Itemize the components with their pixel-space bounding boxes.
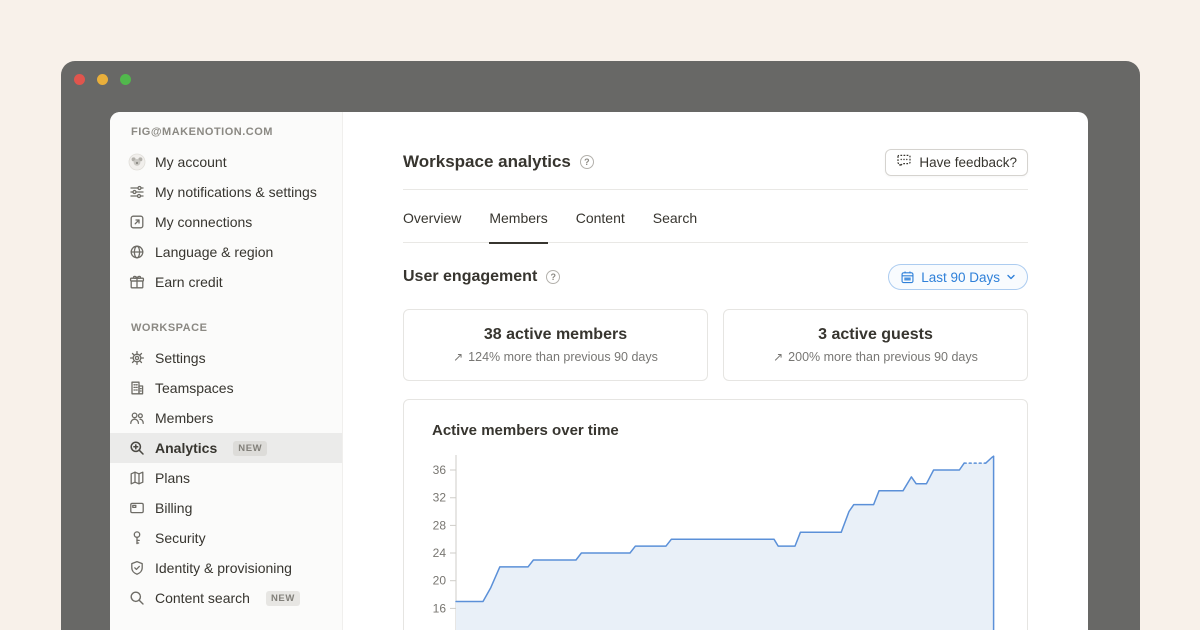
- sidebar-item-plans[interactable]: Plans: [110, 463, 342, 493]
- analytics-main: Workspace analytics ? Have feedback? Ove…: [343, 112, 1088, 630]
- workspace-menu: Settings Teamspaces Members Analytics NEW Pla…: [110, 343, 342, 613]
- svg-text:32: 32: [433, 491, 447, 505]
- account-email-label: FIG@MAKENOTION.COM: [110, 125, 342, 139]
- minimize-window-button[interactable]: [97, 74, 108, 85]
- stat-card: 3 active guests ↗ 200% more than previous …: [723, 309, 1028, 381]
- stat-delta: ↗ 124% more than previous 90 days: [453, 350, 658, 364]
- search-icon: [128, 589, 146, 607]
- sidebar-item-label: Identity & provisioning: [155, 559, 292, 577]
- arrow-box-icon: [128, 213, 146, 231]
- sidebar-item-label: Language & region: [155, 243, 273, 261]
- page-header: Workspace analytics ? Have feedback?: [403, 148, 1028, 176]
- sidebar-item-label: Analytics: [155, 439, 217, 457]
- key-icon: [128, 529, 146, 547]
- stat-delta: ↗ 200% more than previous 90 days: [773, 350, 978, 364]
- stat-value: 3 active guests: [818, 326, 933, 344]
- calendar-icon: [900, 270, 915, 285]
- avatar-icon: [128, 153, 146, 171]
- page-title: Workspace analytics: [403, 152, 571, 172]
- screenshot-canvas: FIG@MAKENOTION.COM My account My notifica…: [0, 0, 1200, 630]
- chart-plot-wrap: 16 20 24 28 32 36: [420, 453, 1027, 630]
- sidebar-item-label: Billing: [155, 499, 192, 517]
- gift-icon: [128, 273, 146, 291]
- members-chart-card: Active members over time 16 20 24 28 32 36: [403, 399, 1028, 630]
- new-badge: NEW: [266, 591, 300, 606]
- sidebar-item-my-notifications-settings[interactable]: My notifications & settings: [110, 177, 342, 207]
- stat-delta-text: 200% more than previous 90 days: [788, 350, 978, 364]
- engagement-title: User engagement: [403, 268, 537, 286]
- have-feedback-button[interactable]: Have feedback?: [885, 149, 1028, 176]
- tab-members[interactable]: Members: [489, 208, 547, 229]
- stat-card: 38 active members ↗ 124% more than previou…: [403, 309, 708, 381]
- chart-title: Active members over time: [404, 400, 1027, 439]
- sidebar-item-label: Plans: [155, 469, 190, 487]
- building-icon: [128, 379, 146, 397]
- sidebar-item-label: Content search: [155, 589, 250, 607]
- credit-card-icon: [128, 499, 146, 517]
- sidebar-item-label: Security: [155, 529, 206, 547]
- sliders-icon: [128, 183, 146, 201]
- date-range-button[interactable]: Last 90 Days: [888, 264, 1028, 290]
- members-over-time-plot: 16 20 24 28 32 36: [420, 453, 1020, 630]
- sidebar-item-identity-provisioning[interactable]: Identity & provisioning: [110, 553, 342, 583]
- feedback-bubble-icon: [896, 153, 912, 172]
- settings-sidebar: FIG@MAKENOTION.COM My account My notifica…: [110, 112, 343, 630]
- map-icon: [128, 469, 146, 487]
- window-controls: [74, 74, 131, 85]
- analytics-tabs: Overview Members Content Search: [403, 190, 1028, 243]
- sidebar-item-content-search[interactable]: Content search NEW: [110, 583, 342, 613]
- workspace-section-label: WORKSPACE: [110, 321, 342, 335]
- new-badge: NEW: [233, 441, 267, 456]
- date-range-label: Last 90 Days: [921, 270, 1000, 285]
- sidebar-item-label: Members: [155, 409, 213, 427]
- have-feedback-label: Have feedback?: [919, 155, 1017, 170]
- sidebar-item-label: Settings: [155, 349, 206, 367]
- zoom-in-icon: [128, 439, 146, 457]
- account-menu: My account My notifications & settings My …: [110, 147, 342, 297]
- help-icon[interactable]: ?: [580, 155, 594, 169]
- stat-delta-text: 124% more than previous 90 days: [468, 350, 658, 364]
- tab-search[interactable]: Search: [653, 208, 697, 229]
- app-window: FIG@MAKENOTION.COM My account My notifica…: [61, 61, 1140, 630]
- tab-overview[interactable]: Overview: [403, 208, 461, 229]
- chevron-down-icon: [1006, 272, 1016, 282]
- stat-cards: 38 active members ↗ 124% more than previou…: [403, 309, 1028, 381]
- sidebar-item-teamspaces[interactable]: Teamspaces: [110, 373, 342, 403]
- sidebar-item-label: My connections: [155, 213, 252, 231]
- trend-up-icon: ↗: [773, 350, 783, 364]
- sidebar-item-label: My notifications & settings: [155, 183, 317, 201]
- shield-check-icon: [128, 559, 146, 577]
- maximize-window-button[interactable]: [120, 74, 131, 85]
- sidebar-item-my-account[interactable]: My account: [110, 147, 342, 177]
- svg-text:20: 20: [433, 574, 447, 588]
- sidebar-item-label: My account: [155, 153, 227, 171]
- sidebar-item-my-connections[interactable]: My connections: [110, 207, 342, 237]
- settings-panel: FIG@MAKENOTION.COM My account My notifica…: [110, 112, 1088, 630]
- trend-up-icon: ↗: [453, 350, 463, 364]
- tab-content[interactable]: Content: [576, 208, 625, 229]
- sidebar-item-settings[interactable]: Settings: [110, 343, 342, 373]
- sidebar-item-billing[interactable]: Billing: [110, 493, 342, 523]
- engagement-header: User engagement ? Last 90 Days: [403, 264, 1028, 290]
- sidebar-item-earn-credit[interactable]: Earn credit: [110, 267, 342, 297]
- sidebar-item-security[interactable]: Security: [110, 523, 342, 553]
- sidebar-item-language-region[interactable]: Language & region: [110, 237, 342, 267]
- svg-text:16: 16: [433, 601, 447, 615]
- stat-value: 38 active members: [484, 326, 627, 344]
- sidebar-item-members[interactable]: Members: [110, 403, 342, 433]
- svg-text:28: 28: [433, 518, 447, 532]
- people-icon: [128, 409, 146, 427]
- globe-icon: [128, 243, 146, 261]
- sidebar-item-analytics[interactable]: Analytics NEW: [110, 433, 342, 463]
- gear-icon: [128, 349, 146, 367]
- svg-text:36: 36: [433, 463, 447, 477]
- close-window-button[interactable]: [74, 74, 85, 85]
- sidebar-item-label: Teamspaces: [155, 379, 234, 397]
- sidebar-item-label: Earn credit: [155, 273, 223, 291]
- help-icon[interactable]: ?: [546, 270, 560, 284]
- svg-text:24: 24: [433, 546, 447, 560]
